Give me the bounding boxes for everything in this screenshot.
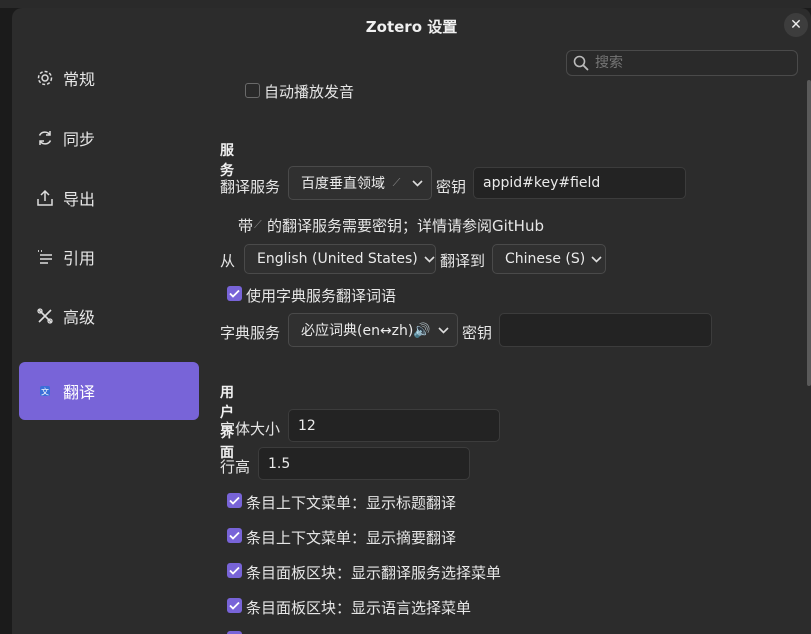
sidebar-item-sync[interactable]: 同步 — [19, 109, 199, 167]
translate-service-label: 翻译服务 — [220, 178, 281, 196]
settings-window: Zotero 设置 ✕ 常规 同步 导出 引用 — [12, 8, 811, 634]
from-language-select[interactable]: English (United States) — [244, 244, 436, 274]
key-required-icon: ⟋ — [254, 218, 262, 231]
check-icon — [229, 289, 240, 298]
option-label: 条目面板区块：显示语言选择菜单 — [246, 599, 472, 617]
sync-icon — [35, 128, 55, 148]
line-height-value: 1.5 — [268, 455, 291, 472]
window-titlebar: Zotero 设置 — [12, 8, 811, 44]
option-checkbox[interactable] — [227, 563, 242, 578]
font-size-value: 12 — [298, 417, 316, 434]
option-checkbox[interactable] — [227, 493, 242, 508]
chevron-down-icon — [591, 255, 602, 263]
dict-service-label: 字典服务 — [220, 324, 281, 342]
key-required-icon: ⟋ — [392, 176, 401, 189]
sidebar-item-label: 同步 — [63, 130, 96, 149]
check-icon — [229, 496, 240, 505]
check-icon — [229, 566, 240, 575]
from-label: 从 — [220, 252, 236, 270]
check-icon — [229, 531, 240, 540]
option-label: 条目面板区块：显示翻译服务选择菜单 — [246, 564, 502, 582]
sidebar-item-label: 导出 — [63, 190, 96, 209]
chevron-down-icon — [424, 255, 435, 263]
line-height-input[interactable]: 1.5 — [258, 447, 470, 480]
key-hint-text: 的翻译服务需要密钥；详情请参阅GitHub — [267, 217, 544, 235]
key-input[interactable]: appid#key#field — [473, 167, 686, 199]
cite-icon — [35, 247, 55, 267]
sidebar-item-export[interactable]: 导出 — [19, 169, 199, 227]
option-label: 条目上下文菜单：显示标题翻译 — [246, 494, 457, 512]
sidebar-item-advanced[interactable]: 高级 — [19, 287, 199, 345]
search-input[interactable] — [593, 54, 787, 72]
use-dict-checkbox[interactable] — [227, 286, 242, 301]
key-value: appid#key#field — [483, 175, 601, 191]
dict-service-value: 必应词典(en↔zh)🔊 — [301, 323, 431, 339]
chevron-down-icon — [438, 326, 449, 334]
sidebar-item-general[interactable]: 常规 — [19, 49, 199, 107]
to-language-value: Chinese (S) — [505, 251, 586, 267]
autoplay-checkbox[interactable] — [245, 83, 260, 98]
font-size-input[interactable]: 12 — [288, 409, 500, 442]
close-icon: ✕ — [790, 17, 802, 33]
dict-key-label: 密钥 — [462, 324, 493, 342]
translate-icon: 文 — [35, 381, 55, 401]
key-label: 密钥 — [436, 178, 467, 196]
translate-service-select[interactable]: 百度垂直领域 ⟋ — [288, 166, 432, 200]
sidebar-item-label: 引用 — [63, 249, 96, 268]
translate-service-value: 百度垂直领域 — [301, 176, 385, 192]
to-language-select[interactable]: Chinese (S) — [492, 244, 606, 274]
desktop-top-strip — [0, 0, 811, 8]
services-section-title: 服务 — [220, 143, 234, 179]
line-height-label: 行高 — [220, 458, 251, 476]
sidebar-item-cite[interactable]: 引用 — [19, 228, 199, 286]
option-label: 条目上下文菜单：显示摘要翻译 — [246, 529, 457, 547]
autoplay-label: 自动播放发音 — [264, 83, 355, 101]
from-language-value: English (United States) — [257, 251, 418, 267]
window-title: Zotero 设置 — [365, 17, 458, 36]
export-icon — [35, 188, 55, 208]
svg-text:文: 文 — [41, 387, 49, 397]
sidebar-item-label: 常规 — [63, 70, 96, 89]
scrollbar[interactable] — [807, 80, 811, 386]
gear-icon — [35, 68, 55, 88]
hint-prefix: 带 — [238, 217, 254, 235]
option-checkbox[interactable] — [227, 528, 242, 543]
font-size-label: 字体大小 — [220, 420, 281, 438]
sidebar-item-label: 翻译 — [63, 383, 96, 402]
search-box[interactable] — [566, 50, 798, 76]
sidebar-item-translate[interactable]: 文 翻译 — [19, 362, 199, 420]
close-button[interactable]: ✕ — [784, 13, 808, 37]
search-icon — [573, 55, 589, 71]
dict-service-select[interactable]: 必应词典(en↔zh)🔊 — [288, 313, 458, 347]
use-dict-label: 使用字典服务翻译词语 — [246, 287, 397, 305]
check-icon — [229, 601, 240, 610]
option-checkbox[interactable] — [227, 598, 242, 613]
dict-key-input[interactable] — [499, 313, 712, 347]
to-label: 翻译到 — [440, 252, 486, 270]
tools-icon — [35, 306, 55, 326]
sidebar-item-label: 高级 — [63, 308, 96, 327]
chevron-down-icon — [412, 179, 423, 187]
